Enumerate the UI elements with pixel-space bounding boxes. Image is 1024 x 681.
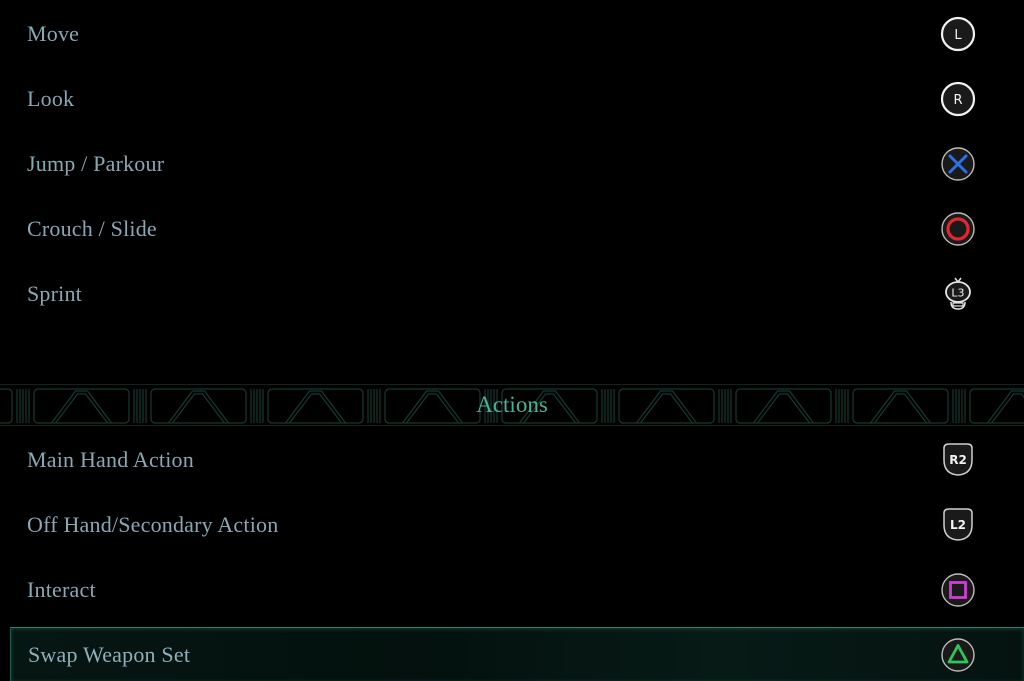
glyph-text: R2: [949, 453, 967, 467]
binding-label: Main Hand Action: [27, 447, 194, 472]
glyph-text: R: [953, 93, 962, 108]
binding-label: Swap Weapon Set: [28, 641, 191, 667]
binding-label: Jump / Parkour: [27, 151, 165, 176]
binding-row-off-hand-action[interactable]: Off Hand/Secondary Action L2: [10, 497, 1024, 553]
section-header-actions: Actions: [0, 384, 1024, 426]
glyph-text: L3: [951, 287, 964, 300]
square-button-icon: [940, 572, 976, 608]
right-stick-icon: R: [940, 81, 976, 117]
binding-label: Sprint: [27, 281, 82, 306]
left-stick-icon: L: [940, 16, 976, 52]
triangle-button-icon: [940, 637, 976, 673]
binding-row-crouch-slide[interactable]: Crouch / Slide: [10, 201, 1024, 257]
binding-label: Crouch / Slide: [27, 216, 157, 241]
binding-label: Look: [27, 86, 75, 111]
r2-trigger-icon: R2: [940, 442, 976, 478]
cross-button-icon: [940, 146, 976, 182]
binding-label: Interact: [27, 577, 96, 602]
binding-row-look[interactable]: Look R: [10, 71, 1024, 127]
glyph-text: L: [954, 28, 962, 43]
binding-row-move[interactable]: Move L: [10, 6, 1024, 62]
l3-press-icon: L3: [940, 276, 976, 312]
section-title: Actions: [476, 392, 548, 417]
binding-label: Move: [27, 21, 80, 46]
binding-row-interact[interactable]: Interact: [10, 562, 1024, 618]
binding-row-swap-weapon-set[interactable]: Swap Weapon Set: [10, 627, 1024, 681]
binding-row-jump-parkour[interactable]: Jump / Parkour: [10, 136, 1024, 192]
l2-trigger-icon: L2: [940, 507, 976, 543]
binding-row-sprint[interactable]: Sprint L3: [10, 266, 1024, 322]
binding-label: Off Hand/Secondary Action: [27, 512, 279, 537]
glyph-text: L2: [950, 518, 966, 532]
binding-row-main-hand-action[interactable]: Main Hand Action R2: [10, 432, 1024, 488]
circle-button-icon: [940, 211, 976, 247]
